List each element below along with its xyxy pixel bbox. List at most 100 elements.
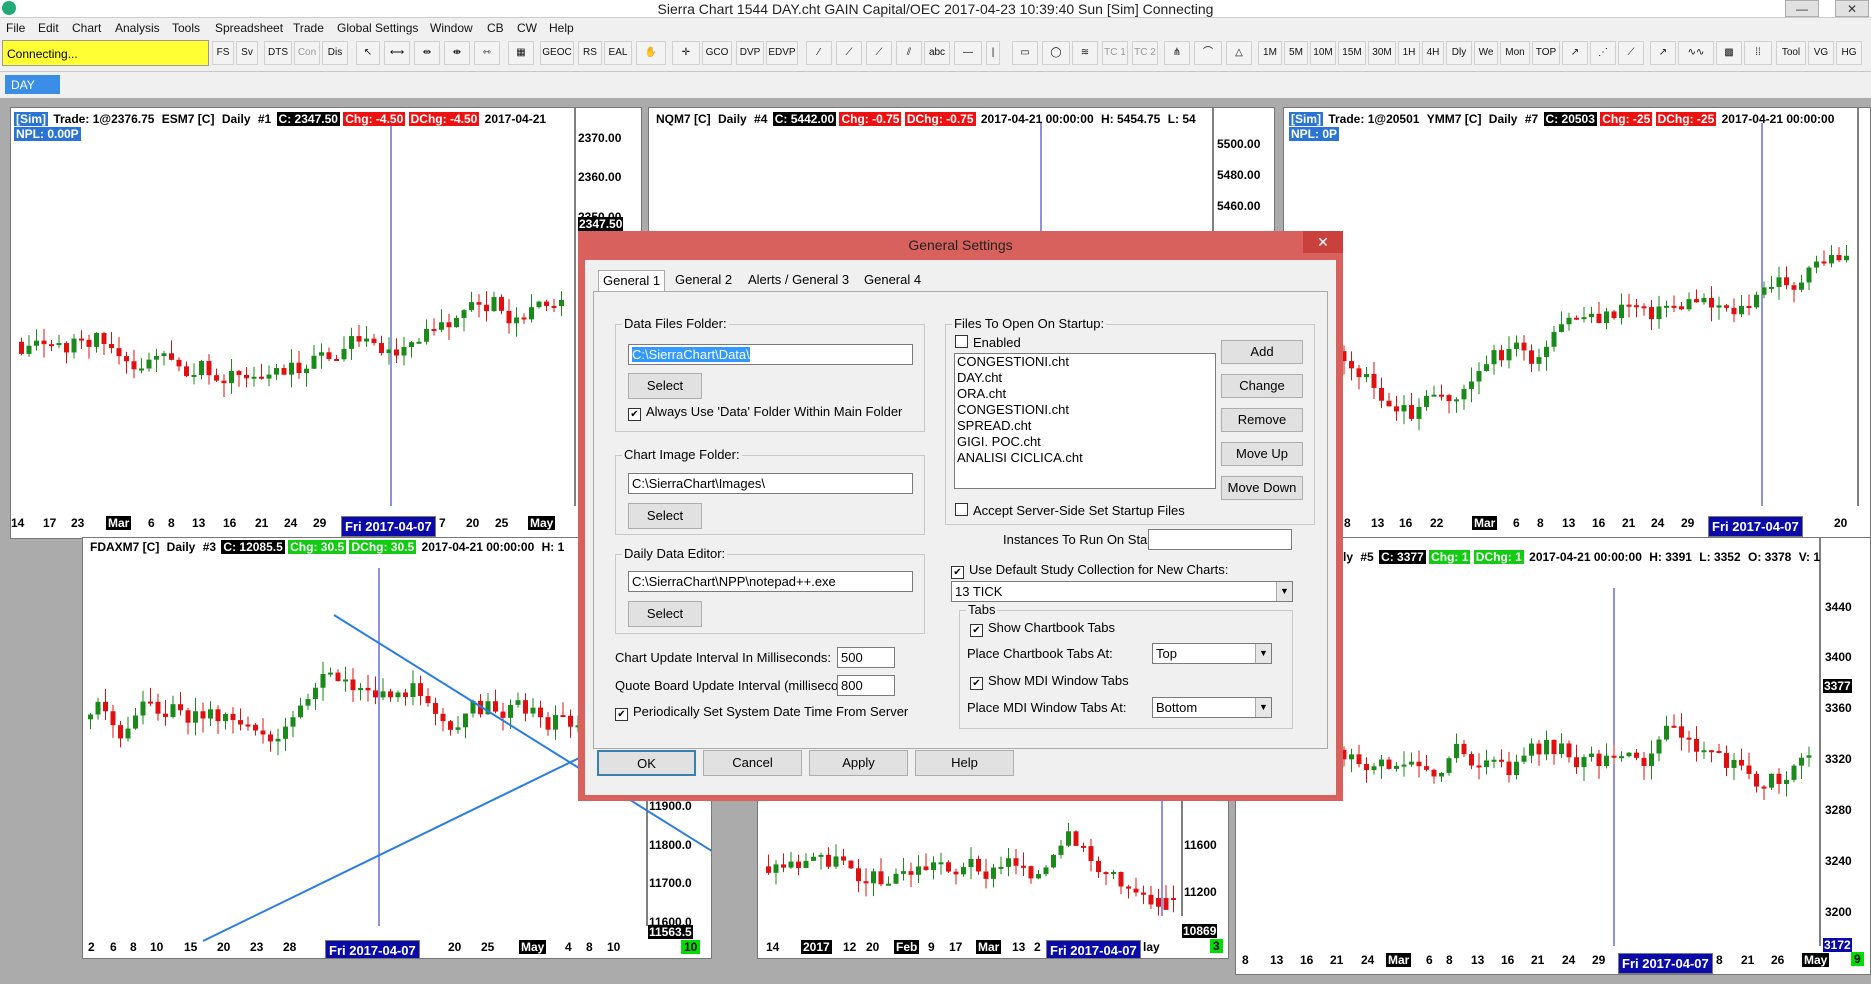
horizontal-line-icon[interactable]: — xyxy=(954,41,982,65)
show-chartbook-tabs-checkbox[interactable]: ✔ Show Chartbook Tabs xyxy=(970,620,1115,637)
pointer-tool-icon[interactable]: ↖ xyxy=(356,41,380,65)
daily-editor-path-input[interactable]: C:\SierraChart\NPP\notepad++.exe xyxy=(628,571,913,592)
menu-chart[interactable]: Chart xyxy=(72,21,101,35)
edvp-button[interactable]: EDVP xyxy=(766,41,798,65)
con-button[interactable]: Con xyxy=(294,41,320,65)
daily-editor-select-button[interactable]: Select xyxy=(628,601,702,627)
chart-image-select-button[interactable]: Select xyxy=(628,503,702,529)
menu-cw[interactable]: CW xyxy=(517,21,537,35)
startup-change-button[interactable]: Change xyxy=(1221,374,1303,398)
tab-general-2[interactable]: General 2 xyxy=(671,270,736,290)
place-chartbook-tabs-select[interactable]: Top ▼ xyxy=(1152,643,1272,664)
menu-window[interactable]: Window xyxy=(430,21,473,35)
list-item[interactable]: GIGI. POC.cht xyxy=(955,434,1215,450)
cycle-icon[interactable]: ⁞⁞ xyxy=(1744,41,1772,65)
list-item[interactable]: DAY.cht xyxy=(955,370,1215,386)
period-5m-button[interactable]: 5M xyxy=(1284,41,1308,65)
grid-icon[interactable]: ▦ xyxy=(508,41,534,65)
dts-button[interactable]: DTS xyxy=(264,41,292,65)
tab-alerts-general-3[interactable]: Alerts / General 3 xyxy=(744,270,853,290)
chart-image-path-input[interactable]: C:\SierraChart\Images\ xyxy=(628,473,913,494)
menu-file[interactable]: File xyxy=(6,21,25,35)
menu-trade[interactable]: Trade xyxy=(293,21,324,35)
ellipse-icon[interactable]: ◯ xyxy=(1042,41,1070,65)
close-window-button[interactable]: ✕ xyxy=(1835,0,1869,17)
period-4h-button[interactable]: 4H xyxy=(1422,41,1444,65)
chart-ymm7[interactable]: [Sim] Trade: 1@20501 YMM7 [C] Daily #7 C… xyxy=(1283,107,1871,539)
startup-enabled-checkbox[interactable]: Enabled xyxy=(955,335,1021,350)
gann-fan-icon[interactable]: ⋰ xyxy=(1590,41,1616,65)
cancel-button[interactable]: Cancel xyxy=(703,750,802,776)
ok-button[interactable]: OK xyxy=(597,750,696,776)
geoc-button[interactable]: GEOC xyxy=(540,41,574,65)
trend-channel-icon[interactable]: ⫽ xyxy=(896,41,922,65)
list-item[interactable]: CONGESTIONI.cht xyxy=(955,402,1215,418)
measure-v-icon[interactable]: ⇹ xyxy=(414,41,440,65)
menu-help[interactable]: Help xyxy=(549,21,574,35)
gann-icon[interactable]: ↗ xyxy=(1562,41,1588,65)
startup-remove-button[interactable]: Remove xyxy=(1221,408,1303,432)
zoom-fit-icon[interactable]: ⇿ xyxy=(474,41,500,65)
ymm7-plot[interactable] xyxy=(1284,108,1870,538)
tab-general-4[interactable]: General 4 xyxy=(860,270,925,290)
pitchfork-icon[interactable]: ⋔ xyxy=(1164,41,1190,65)
menu-analysis[interactable]: Analysis xyxy=(115,21,160,35)
vg-button[interactable]: VG xyxy=(1808,41,1834,65)
period-10m-button[interactable]: 10M xyxy=(1310,41,1336,65)
vertical-line-icon[interactable]: | xyxy=(986,41,1000,65)
arc-icon[interactable]: ⌒ xyxy=(1194,41,1222,65)
period-weekly-button[interactable]: We xyxy=(1474,41,1498,65)
list-item[interactable]: ANALISI CICLICA.cht xyxy=(955,450,1215,466)
dialog-close-button[interactable]: ✕ xyxy=(1303,231,1343,253)
triangle-icon[interactable]: △ xyxy=(1226,41,1252,65)
always-use-data-checkbox[interactable]: ✔ Always Use 'Data' Folder Within Main Fo… xyxy=(628,404,902,421)
top-button[interactable]: TOP xyxy=(1532,41,1560,65)
period-1h-button[interactable]: 1H xyxy=(1398,41,1420,65)
arrow-icon[interactable]: ↗ xyxy=(1650,41,1676,65)
hg-button[interactable]: HG xyxy=(1836,41,1862,65)
apply-button[interactable]: Apply xyxy=(809,750,908,776)
data-files-path-input[interactable]: C:\SierraChart\Data\ xyxy=(628,344,913,365)
data-files-select-button[interactable]: Select xyxy=(628,373,702,399)
show-mdi-tabs-checkbox[interactable]: ✔ Show MDI Window Tabs xyxy=(970,673,1129,690)
list-item[interactable]: ORA.cht xyxy=(955,386,1215,402)
minimize-button[interactable]: — xyxy=(1785,0,1819,17)
fib-fan-icon[interactable]: ⟋ xyxy=(1618,41,1644,65)
sv-button[interactable]: Sv xyxy=(236,41,258,65)
startup-files-list[interactable]: CONGESTIONI.cht DAY.cht ORA.cht CONGESTI… xyxy=(954,353,1216,489)
tab-general-1[interactable]: General 1 xyxy=(598,270,666,291)
period-15m-button[interactable]: 15M xyxy=(1338,41,1366,65)
wave-icon[interactable]: ∿∿ xyxy=(1678,41,1714,65)
zoom-h-icon[interactable]: ⇼ xyxy=(444,41,470,65)
list-item[interactable]: CONGESTIONI.cht xyxy=(955,354,1215,370)
menu-cb[interactable]: CB xyxy=(487,21,504,35)
fs-button[interactable]: FS xyxy=(212,41,234,65)
help-button[interactable]: Help xyxy=(915,750,1014,776)
dvp-button[interactable]: DVP xyxy=(736,41,764,65)
tc1-button[interactable]: TC 1 xyxy=(1102,41,1128,65)
text-tool-button[interactable]: abc xyxy=(924,41,950,65)
rectangle-icon[interactable]: ▭ xyxy=(1012,41,1038,65)
periodic-set-time-checkbox[interactable]: ✔ Periodically Set System Date Time From … xyxy=(615,704,908,721)
accept-server-side-checkbox[interactable]: Accept Server-Side Set Startup Files xyxy=(955,503,1185,518)
menu-global-settings[interactable]: Global Settings xyxy=(337,21,418,35)
line-tool-icon[interactable]: ⁄ xyxy=(806,41,832,65)
default-study-select[interactable]: 13 TICK ▼ xyxy=(951,581,1293,602)
tool-button[interactable]: Tool xyxy=(1776,41,1806,65)
period-1m-button[interactable]: 1M xyxy=(1258,41,1282,65)
extended-line-icon[interactable]: ⟋ xyxy=(866,41,892,65)
chart-update-input[interactable]: 500 xyxy=(837,647,895,668)
startup-add-button[interactable]: Add xyxy=(1221,340,1303,364)
tc2-button[interactable]: TC 2 xyxy=(1132,41,1158,65)
place-mdi-tabs-select[interactable]: Bottom ▼ xyxy=(1152,697,1272,718)
fib-icon[interactable]: ≋ xyxy=(1072,41,1098,65)
instances-input[interactable] xyxy=(1148,529,1292,550)
menu-tools[interactable]: Tools xyxy=(172,21,200,35)
ray-tool-icon[interactable]: ⟋ xyxy=(836,41,862,65)
grid-pattern-icon[interactable]: ▩ xyxy=(1716,41,1742,65)
menu-spreadsheet[interactable]: Spreadsheet xyxy=(215,21,283,35)
list-item[interactable]: SPREAD.cht xyxy=(955,418,1215,434)
dis-button[interactable]: Dis xyxy=(322,41,348,65)
rs-button[interactable]: RS xyxy=(578,41,602,65)
measure-h-icon[interactable]: ⟷ xyxy=(384,41,410,65)
